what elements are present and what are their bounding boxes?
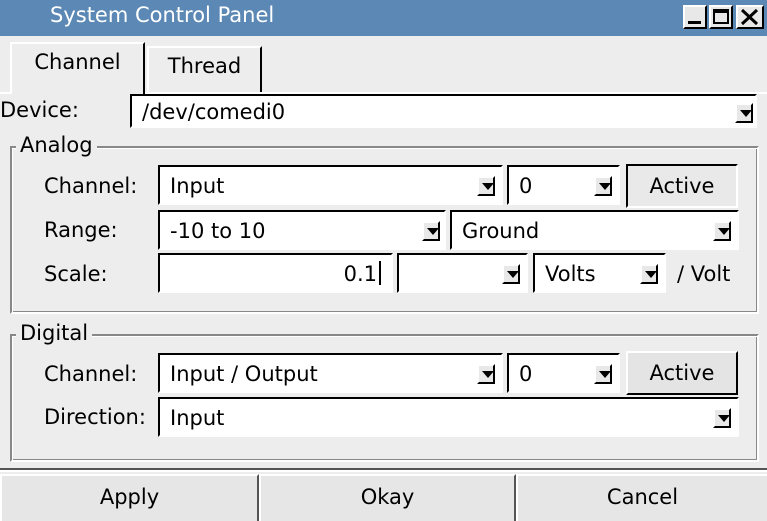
digital-channel-number-value: 0	[519, 362, 533, 386]
button-bar-divider-highlight	[0, 470, 767, 472]
tab-thread[interactable]: Thread	[147, 46, 262, 92]
analog-channel-label: Channel:	[44, 174, 138, 198]
analog-channel-number-value: 0	[519, 174, 533, 198]
analog-reference-value: Ground	[462, 219, 540, 243]
close-button[interactable]	[736, 5, 764, 29]
apply-label: Apply	[99, 485, 160, 509]
apply-button[interactable]: Apply	[0, 474, 259, 521]
analog-scale-input[interactable]: 0.1	[158, 253, 393, 293]
analog-active-toggle[interactable]: Active	[626, 164, 738, 208]
analog-scale-unit-select[interactable]: Volts	[533, 253, 666, 293]
close-icon	[740, 8, 759, 26]
chevron-down-icon[interactable]	[422, 221, 440, 241]
analog-active-label: Active	[649, 174, 715, 198]
window-title: System Control Panel	[50, 3, 275, 27]
digital-active-label: Active	[649, 361, 715, 385]
text-cursor	[379, 261, 381, 285]
minimize-icon	[688, 21, 701, 24]
chevron-down-icon[interactable]	[713, 408, 731, 428]
analog-scale-prefix-select[interactable]	[397, 253, 528, 293]
device-select[interactable]: /dev/comedi0	[130, 94, 757, 128]
digital-channel-number-select[interactable]: 0	[507, 353, 620, 393]
chevron-down-icon[interactable]	[477, 364, 495, 384]
analog-scale-suffix: / Volt	[677, 262, 731, 286]
digital-channel-type-select[interactable]: Input / Output	[158, 353, 503, 393]
digital-channel-label: Channel:	[44, 362, 138, 386]
analog-channel-number-select[interactable]: 0	[507, 165, 620, 205]
analog-range-label: Range:	[44, 218, 118, 242]
digital-group-title: Digital	[16, 321, 93, 345]
chevron-down-icon[interactable]	[594, 176, 612, 196]
okay-button[interactable]: Okay	[259, 474, 516, 521]
chevron-down-icon[interactable]	[594, 364, 612, 384]
analog-range-value: -10 to 10	[170, 219, 266, 243]
chevron-down-icon[interactable]	[640, 264, 658, 284]
digital-direction-select[interactable]: Input	[158, 397, 739, 437]
chevron-down-icon[interactable]	[713, 221, 731, 241]
analog-scale-value: 0.1	[343, 262, 377, 286]
analog-reference-select[interactable]: Ground	[450, 210, 739, 250]
maximize-icon	[713, 9, 729, 24]
analog-group-title: Analog	[16, 133, 97, 157]
analog-channel-type-value: Input	[170, 174, 225, 198]
tab-thread-label: Thread	[167, 54, 242, 78]
title-bar: System Control Panel	[0, 0, 767, 36]
device-label: Device:	[0, 98, 79, 122]
okay-label: Okay	[360, 485, 415, 509]
chevron-down-icon[interactable]	[502, 264, 520, 284]
analog-range-select[interactable]: -10 to 10	[158, 210, 446, 250]
analog-channel-type-select[interactable]: Input	[158, 165, 503, 205]
digital-direction-value: Input	[170, 406, 225, 430]
analog-scale-label: Scale:	[44, 262, 108, 286]
analog-scale-unit-value: Volts	[545, 262, 596, 286]
digital-active-button[interactable]: Active	[626, 351, 738, 395]
device-value: /dev/comedi0	[142, 100, 286, 124]
chevron-down-icon[interactable]	[735, 103, 753, 123]
chevron-down-icon[interactable]	[477, 176, 495, 196]
tab-channel[interactable]: Channel	[10, 42, 145, 94]
minimize-button[interactable]	[683, 5, 707, 29]
tab-channel-label: Channel	[34, 50, 121, 74]
maximize-button[interactable]	[709, 5, 733, 29]
digital-channel-type-value: Input / Output	[170, 362, 318, 386]
cancel-label: Cancel	[606, 485, 679, 509]
cancel-button[interactable]: Cancel	[516, 474, 767, 521]
digital-direction-label: Direction:	[44, 405, 146, 429]
